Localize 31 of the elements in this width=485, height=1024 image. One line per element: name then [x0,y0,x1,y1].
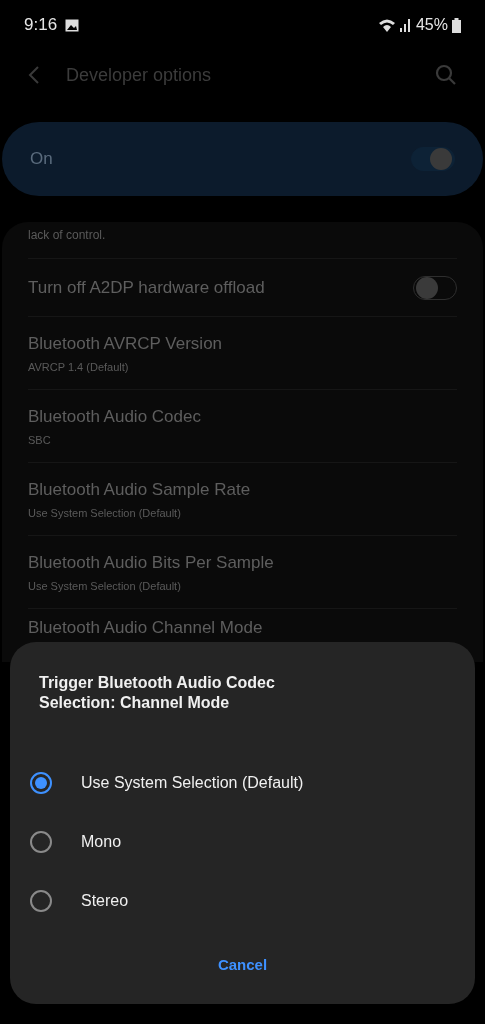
search-icon[interactable] [435,64,457,86]
setting-value: SBC [28,432,52,448]
page-title: Developer options [66,63,213,87]
setting-title[interactable]: Bluetooth Audio Codec [28,404,201,430]
setting-title[interactable]: Bluetooth Audio Sample Rate [28,477,251,503]
setting-title[interactable]: Bluetooth AVRCP Version [28,331,223,357]
cancel-button[interactable]: Cancel [209,950,276,981]
battery-icon [452,17,461,33]
setting-title[interactable]: Bluetooth Audio Bits Per Sample [28,550,274,576]
option-label[interactable]: Mono [81,829,122,854]
battery-percent: 45% [415,15,448,35]
setting-value: AVRCP 1.4 (Default) [28,359,130,375]
wifi-icon [377,17,396,33]
cut-description: lack of control. [28,222,457,259]
option-label[interactable]: Stereo [81,888,129,913]
master-switch-label: On [30,148,53,171]
back-icon[interactable] [28,65,40,85]
status-time: 9:16 [24,14,58,37]
option-label[interactable]: Use System Selection (Default) [81,770,304,795]
setting-title[interactable]: Bluetooth Audio Channel Mode [28,615,263,641]
image-icon [65,18,80,32]
master-switch-bar[interactable]: On [2,122,483,196]
radio-button[interactable] [30,771,52,794]
master-switch-toggle[interactable] [411,147,455,171]
setting-title[interactable]: Turn off A2DP hardware offload [28,274,265,301]
signal-icon [399,18,412,32]
radio-button[interactable] [30,830,52,853]
dialog-title: Trigger Bluetooth Audio Codec Selection: Channel Mode [38,673,276,713]
setting-value: Use System Selection (Default) [28,505,182,521]
setting-value: Use System Selection (Default) [28,578,182,594]
radio-button[interactable] [30,889,52,912]
